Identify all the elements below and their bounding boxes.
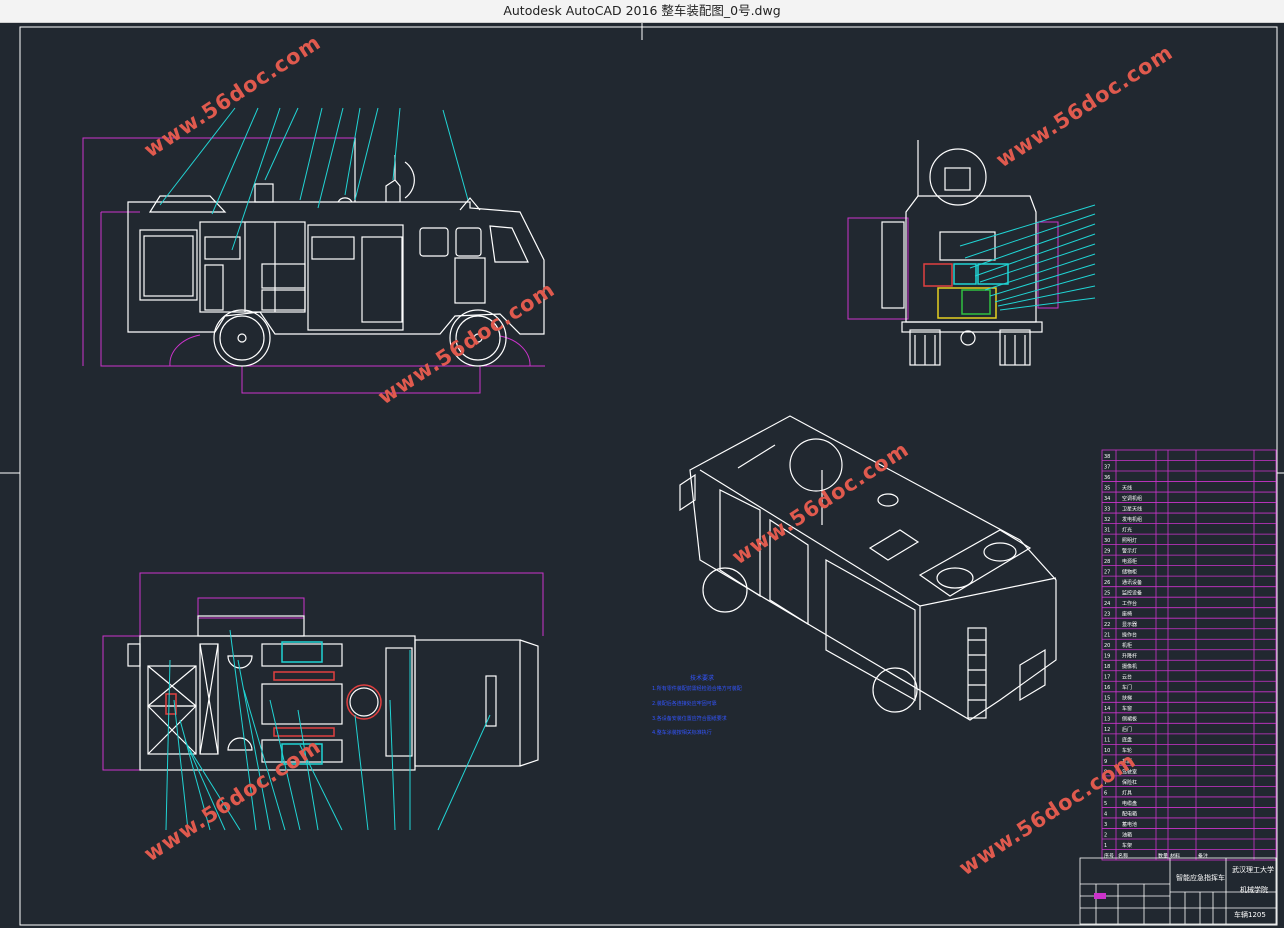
parts-row-number: 29 xyxy=(1104,549,1110,555)
rear-view[interactable] xyxy=(847,140,1096,366)
parts-row-name: 发电机组 xyxy=(1122,516,1142,523)
parts-row-number: 37 xyxy=(1104,464,1110,470)
drawing-svg[interactable]: 技术要求 1.所有零件装配前需经检验合格方可装配 2.装配后各连接处应牢固可靠 … xyxy=(0,23,1284,928)
parts-row-name: 机柜 xyxy=(1122,642,1132,649)
title-block-school: 武汉理工大学 xyxy=(1232,865,1274,874)
parts-row-name: 扶梯 xyxy=(1122,695,1132,702)
parts-row-number: 17 xyxy=(1104,675,1110,681)
parts-row-name: 监控设备 xyxy=(1122,590,1142,597)
parts-row-name: 后门 xyxy=(1122,726,1132,733)
parts-row-number: 25 xyxy=(1104,591,1110,597)
parts-row-number: 12 xyxy=(1104,727,1110,733)
parts-row-name: 操作台 xyxy=(1122,632,1137,639)
parts-row-number: 5 xyxy=(1104,801,1107,807)
parts-row-name: 侧裙板 xyxy=(1122,716,1137,723)
title-block-dept: 机械学院 xyxy=(1240,885,1268,894)
parts-row-number: 34 xyxy=(1104,496,1110,502)
parts-row-name: 车架 xyxy=(1122,842,1132,849)
drawing-canvas[interactable]: 技术要求 1.所有零件装配前需经检验合格方可装配 2.装配后各连接处应牢固可靠 … xyxy=(0,23,1284,928)
parts-list-table[interactable]: 38373635 天线34 空调机组33 卫星天线32 发电机组31 灯光30 照明灯29 警… xyxy=(1101,449,1277,861)
parts-row-number: 14 xyxy=(1104,706,1110,712)
parts-row-name: 电缆盘 xyxy=(1122,800,1137,807)
parts-row-name: 配电箱 xyxy=(1122,810,1137,817)
parts-row-number: 13 xyxy=(1104,717,1110,723)
technical-requirements[interactable]: 技术要求 1.所有零件装配前需经检验合格方可装配 2.装配后各连接处应牢固可靠 … xyxy=(652,674,742,736)
parts-row-number: 28 xyxy=(1104,559,1110,565)
parts-row-number: 19 xyxy=(1104,654,1110,660)
parts-row-number: 24 xyxy=(1104,601,1110,607)
parts-row-number: 26 xyxy=(1104,580,1110,586)
window-title: Autodesk AutoCAD 2016 整车装配图_0号.dwg xyxy=(503,3,781,18)
watermarks: www.56doc.com www.56doc.com www.56doc.co… xyxy=(140,30,1178,880)
parts-row-name: 升降杆 xyxy=(1122,653,1137,660)
parts-row-number: 16 xyxy=(1104,685,1110,691)
parts-row-number: 33 xyxy=(1104,506,1110,512)
parts-row-number: 38 xyxy=(1104,454,1110,460)
parts-row-number: 32 xyxy=(1104,517,1110,523)
parts-row-number: 11 xyxy=(1104,738,1110,744)
parts-row-number: 27 xyxy=(1104,570,1110,576)
parts-row-name: 工作台 xyxy=(1122,600,1137,607)
parts-row-name: 天线 xyxy=(1122,484,1132,491)
parts-row-name: 空调机组 xyxy=(1122,495,1142,502)
title-bar: Autodesk AutoCAD 2016 整车装配图_0号.dwg xyxy=(0,0,1284,23)
tech-req-line-3: 3.各设备安装位置应符合图纸要求 xyxy=(652,715,727,722)
parts-row-number: 31 xyxy=(1104,527,1110,533)
title-block-drawing-name: 智能应急指挥车 xyxy=(1176,873,1225,882)
parts-row-name: 保险杠 xyxy=(1122,779,1137,786)
tech-req-line-2: 2.装配后各连接处应牢固可靠 xyxy=(652,700,717,707)
parts-row-number: 36 xyxy=(1104,475,1110,481)
parts-row-name: 照明灯 xyxy=(1122,537,1137,544)
parts-row-number: 3 xyxy=(1104,822,1107,828)
watermark-1: www.56doc.com xyxy=(140,30,326,162)
parts-row-name: 电源柜 xyxy=(1122,558,1137,565)
parts-row-number: 20 xyxy=(1104,643,1110,649)
parts-row-name: 车窗 xyxy=(1122,705,1132,712)
tech-req-line-1: 1.所有零件装配前需经检验合格方可装配 xyxy=(652,685,742,692)
parts-row-number: 2 xyxy=(1104,832,1107,838)
parts-row-name: 座椅 xyxy=(1122,611,1132,618)
parts-row-number: 35 xyxy=(1104,485,1110,491)
parts-row-name: 蓄电池 xyxy=(1122,821,1137,828)
parts-row-name: 警示灯 xyxy=(1122,548,1137,555)
parts-row-number: 23 xyxy=(1104,612,1110,618)
parts-row-number: 10 xyxy=(1104,748,1110,754)
parts-row-name: 车门 xyxy=(1122,684,1132,691)
parts-row-number: 18 xyxy=(1104,664,1110,670)
parts-row-name: 通讯设备 xyxy=(1122,579,1142,586)
parts-row-number: 22 xyxy=(1104,622,1110,628)
watermark-2: www.56doc.com xyxy=(992,40,1178,172)
tech-req-line-4: 4.整车涂装按相关标准执行 xyxy=(652,729,712,736)
parts-row-name: 显示器 xyxy=(1122,622,1137,628)
parts-row-number: 30 xyxy=(1104,538,1110,544)
title-block-class: 车辆1205 xyxy=(1234,910,1266,919)
parts-row-number: 4 xyxy=(1104,811,1107,817)
parts-row-name: 摄像机 xyxy=(1122,663,1137,670)
parts-row-name: 底盘 xyxy=(1122,737,1132,744)
parts-row-number: 15 xyxy=(1104,696,1110,702)
parts-row-name: 灯具 xyxy=(1122,789,1132,796)
parts-row-number: 1 xyxy=(1104,843,1107,849)
parts-row-number: 21 xyxy=(1104,633,1110,639)
parts-row-name: 灯光 xyxy=(1122,526,1132,533)
parts-row-name: 卫星天线 xyxy=(1122,505,1142,512)
plan-view[interactable] xyxy=(102,572,544,831)
parts-row-name: 云台 xyxy=(1122,674,1132,681)
parts-row-name: 储物柜 xyxy=(1122,569,1137,576)
tech-req-title: 技术要求 xyxy=(690,674,714,682)
title-block[interactable]: 智能应急指挥车 武汉理工大学 机械学院 车辆1205 xyxy=(1079,857,1277,925)
parts-row-name: 油箱 xyxy=(1122,831,1132,838)
